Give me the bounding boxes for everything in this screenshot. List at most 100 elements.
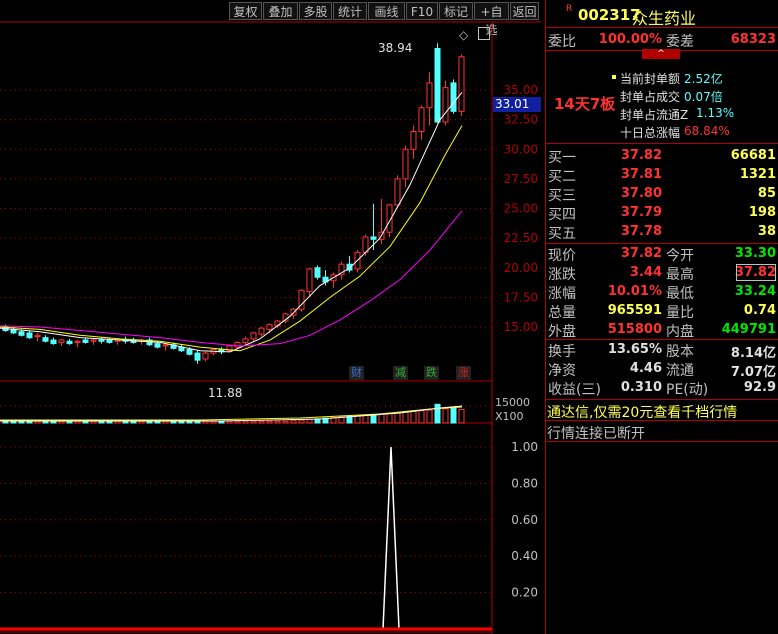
bid-4-volume: 198 <box>748 205 776 220</box>
status-message: 行情连接已断开 <box>547 426 645 442</box>
candle-down <box>26 332 33 339</box>
volume-bar <box>362 414 369 424</box>
volume-bar <box>218 420 225 424</box>
volume-bar <box>34 420 41 424</box>
candle-up <box>234 341 241 348</box>
kline-chart[interactable]: 35.00 32.50 30.00 27.50 25.00 22.50 20.00 17.50… <box>0 0 541 634</box>
seal-bullet <box>612 129 616 133</box>
volume-bar <box>114 420 121 424</box>
candle-down <box>66 340 73 345</box>
weicha-label: 委差 <box>666 34 694 50</box>
weibi-value: 100.00% <box>598 32 662 47</box>
event-icon-2[interactable]: 跌 <box>424 366 439 380</box>
candle-down <box>370 236 377 240</box>
price-axis-label: 35.00 <box>504 83 538 97</box>
bid-1-volume: 66681 <box>730 148 776 163</box>
event-icon-1[interactable]: 减 <box>393 366 408 380</box>
indicator-axis-label: 0.20 <box>511 586 538 600</box>
quote-4-right-value: 449791 <box>721 322 776 337</box>
volume-bar <box>370 413 377 424</box>
volume-bar <box>106 420 113 424</box>
volume-bar <box>170 420 177 424</box>
quote-4-left-label: 外盘 <box>548 324 576 340</box>
volume-bar <box>186 420 193 424</box>
volume-axis-unit: X100 <box>495 410 524 423</box>
volume-bar <box>66 420 73 424</box>
volume-bar <box>282 420 289 424</box>
volume-bar <box>442 408 449 424</box>
volume-bar <box>258 420 265 424</box>
candle-down <box>186 349 193 355</box>
volume-bar <box>458 408 465 424</box>
fund-2-left-value: 0.310 <box>620 380 662 395</box>
fund-0-right-value: 8.14亿 <box>730 346 776 361</box>
event-icon-0[interactable]: 财 <box>349 366 364 380</box>
price-axis-label: 20.00 <box>504 261 538 275</box>
candle-up <box>90 339 97 342</box>
candle-up <box>410 130 417 150</box>
volume-bar <box>298 419 305 424</box>
volume-bar <box>58 420 65 424</box>
quote-1-left-label: 涨跌 <box>548 267 576 283</box>
quote-2-left-value: 10.01% <box>607 284 662 299</box>
stock-name[interactable]: 众生药业 <box>632 5 696 29</box>
volume-bar <box>226 420 233 424</box>
quote-0-right-label: 今开 <box>666 248 694 264</box>
seal-value: 68.84% <box>684 124 730 138</box>
promo-link[interactable]: 通达信,仅需20元查看千档行情 <box>547 402 737 422</box>
bid-2-label: 买二 <box>548 169 576 185</box>
bid-1-value: 37.82 <box>620 148 662 163</box>
volume-bar <box>202 420 209 424</box>
volume-bar <box>402 411 409 424</box>
fund-1-right-value: 7.07亿 <box>730 365 776 380</box>
low-price-label: 11.88 <box>208 386 243 400</box>
fund-1-left-value: 4.46 <box>629 361 662 376</box>
candle-down <box>98 339 105 342</box>
quote-3-right-value: 0.74 <box>743 303 776 318</box>
bid-2-volume: 1321 <box>739 167 776 182</box>
volume-bar <box>82 420 89 424</box>
candle-down <box>314 267 321 278</box>
volume-bar <box>18 420 25 424</box>
event-icon-3[interactable]: 涨 <box>456 366 471 380</box>
volume-bar <box>138 420 145 424</box>
seal-label: 封单占流通Z <box>620 108 689 122</box>
candle-up <box>202 352 209 360</box>
candle-up <box>242 338 249 343</box>
volume-bar <box>98 420 105 424</box>
price-axis-label: 17.50 <box>504 290 538 304</box>
volume-bar <box>274 420 281 424</box>
volume-bar <box>178 420 185 424</box>
indicator-axis-label: 0.60 <box>511 513 538 527</box>
r-mark: R <box>566 4 573 14</box>
seal-bullet <box>612 75 616 79</box>
seal-bullet <box>612 111 616 115</box>
volume-bar <box>210 420 217 424</box>
fund-2-right-value: 92.9 <box>743 380 776 395</box>
candle-down <box>42 337 49 342</box>
volume-bar <box>42 420 49 424</box>
quote-0-right-value: 33.30 <box>734 246 776 261</box>
bid-2-value: 37.81 <box>620 167 662 182</box>
settings-icon[interactable] <box>478 27 490 40</box>
fund-2-right-label: PE(动) <box>666 382 709 398</box>
expand-icon[interactable]: ^ <box>642 49 680 59</box>
volume-bar <box>378 413 385 424</box>
seal-label: 当前封单额 <box>620 72 681 86</box>
candle-down <box>450 82 457 112</box>
diamond-icon[interactable]: ◇ <box>459 28 468 42</box>
high-price-label: 38.94 <box>378 41 413 55</box>
seal-value: 1.13% <box>696 106 735 120</box>
volume-bar <box>250 420 257 424</box>
volume-bar <box>194 420 201 424</box>
volume-bar <box>50 420 57 424</box>
candle-down <box>106 339 113 343</box>
weicha-value: 68323 <box>730 32 776 47</box>
quote-2-right-value: 33.24 <box>734 284 776 299</box>
fund-1-left-label: 净资 <box>548 363 576 379</box>
volume-ma5-line <box>0 405 463 422</box>
candle-up <box>426 82 433 109</box>
quote-panel: R 002317 众生药业 委比 100.00% 委差 68323 ^ 14天7… <box>545 0 778 634</box>
indicator-axis-label: 1.00 <box>511 440 538 454</box>
candle-down <box>50 339 57 345</box>
